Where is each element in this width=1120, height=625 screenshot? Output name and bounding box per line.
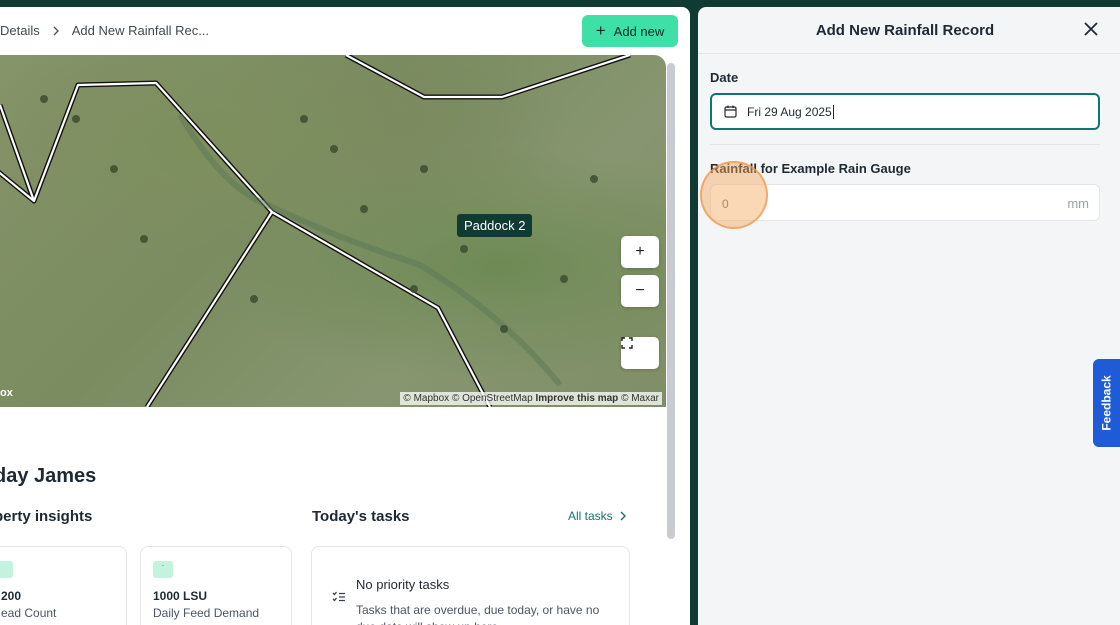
tasks-empty-description: Tasks that are overdue, due today, or ha… <box>356 603 600 625</box>
insight-icon <box>0 561 13 578</box>
checklist-icon <box>332 591 346 606</box>
text-caret <box>832 104 834 119</box>
tree-marker <box>300 115 308 123</box>
all-tasks-label: All tasks <box>568 509 613 523</box>
tree-marker <box>250 295 258 303</box>
insights-title: perty insights <box>0 508 93 525</box>
date-label: Date <box>710 70 739 85</box>
main-panel: Details Add New Rainfall Rec... + Add ne… <box>0 7 690 625</box>
insight-label: ead Count <box>1 606 57 620</box>
mapbox-logo: ox <box>0 387 13 399</box>
attrib-osm[interactable]: © OpenStreetMap <box>452 393 533 404</box>
plus-icon: + <box>595 20 606 40</box>
zoom-out-button[interactable]: − <box>621 275 659 307</box>
tasks-title: Today's tasks <box>312 508 410 525</box>
close-icon <box>1084 22 1098 36</box>
insight-value: 200 <box>1 589 22 603</box>
fullscreen-icon <box>621 337 633 349</box>
tasks-card: No priority tasks Tasks that are overdue… <box>311 546 630 625</box>
attrib-mapbox[interactable]: © Mapbox <box>403 393 449 404</box>
scrollbar[interactable] <box>667 63 675 539</box>
rainfall-value: 0 <box>722 197 729 211</box>
breadcrumb-item-details[interactable]: Details <box>0 23 40 38</box>
tree-marker <box>500 325 508 333</box>
insight-icon: · <box>153 561 173 578</box>
chevron-right-icon <box>52 26 60 36</box>
rainfall-unit: mm <box>1067 196 1089 211</box>
tree-marker <box>140 235 148 243</box>
date-input[interactable]: Fri 29 Aug 2025 <box>710 93 1100 130</box>
insight-value: 1000 LSU <box>153 589 208 603</box>
calendar-icon <box>724 105 737 118</box>
rainfall-drawer: Add New Rainfall Record Date Fri 29 Aug … <box>698 7 1120 625</box>
rainfall-label: Rainfall for Example Rain Gauge <box>710 161 911 176</box>
map-view[interactable]: Paddock 2 + − ox © Mapbox © OpenStreetMa… <box>0 55 666 407</box>
greeting: day James <box>0 465 97 487</box>
insight-label: Daily Feed Demand <box>153 606 260 620</box>
attrib-improve-link[interactable]: Improve this map <box>535 393 618 404</box>
paddock-label[interactable]: Paddock 2 <box>457 214 533 237</box>
insight-card-head-count[interactable]: 200 ead Count <box>0 546 127 625</box>
tree-marker <box>590 175 598 183</box>
breadcrumb: Details Add New Rainfall Rec... <box>0 23 209 38</box>
zoom-in-button[interactable]: + <box>621 236 659 268</box>
chevron-right-icon <box>620 511 626 521</box>
map-attribution: © Mapbox © OpenStreetMap Improve this ma… <box>400 392 662 405</box>
tree-marker <box>110 165 118 173</box>
tree-marker <box>72 115 80 123</box>
tree-marker <box>330 145 338 153</box>
breadcrumb-item-current: Add New Rainfall Rec... <box>71 23 210 38</box>
top-bar: Details Add New Rainfall Rec... + Add ne… <box>0 7 690 55</box>
tree-marker <box>40 95 48 103</box>
date-value: Fri 29 Aug 2025 <box>747 104 832 119</box>
attrib-maxar[interactable]: © Maxar <box>621 393 659 404</box>
tree-marker <box>420 165 428 173</box>
add-new-button[interactable]: + Add new <box>582 15 678 47</box>
tree-marker <box>360 205 368 213</box>
feedback-label: Feedback <box>1099 375 1114 431</box>
all-tasks-link[interactable]: All tasks <box>568 509 626 523</box>
drawer-title: Add New Rainfall Record <box>815 22 995 39</box>
drawer-header: Add New Rainfall Record <box>698 7 1120 54</box>
tasks-empty-title: No priority tasks <box>356 577 450 592</box>
tree-marker <box>410 285 418 293</box>
feedback-tab[interactable]: Feedback <box>1093 359 1120 447</box>
insight-card-feed-demand[interactable]: · 1000 LSU Daily Feed Demand <box>140 546 292 625</box>
add-new-label: Add new <box>613 23 665 39</box>
tree-marker <box>460 245 468 253</box>
fullscreen-button[interactable] <box>621 337 659 369</box>
paddock-boundaries <box>0 55 631 407</box>
close-button[interactable] <box>1081 19 1101 39</box>
tree-marker <box>560 275 568 283</box>
rainfall-input[interactable]: 0 mm <box>710 184 1100 221</box>
divider <box>710 144 1100 145</box>
